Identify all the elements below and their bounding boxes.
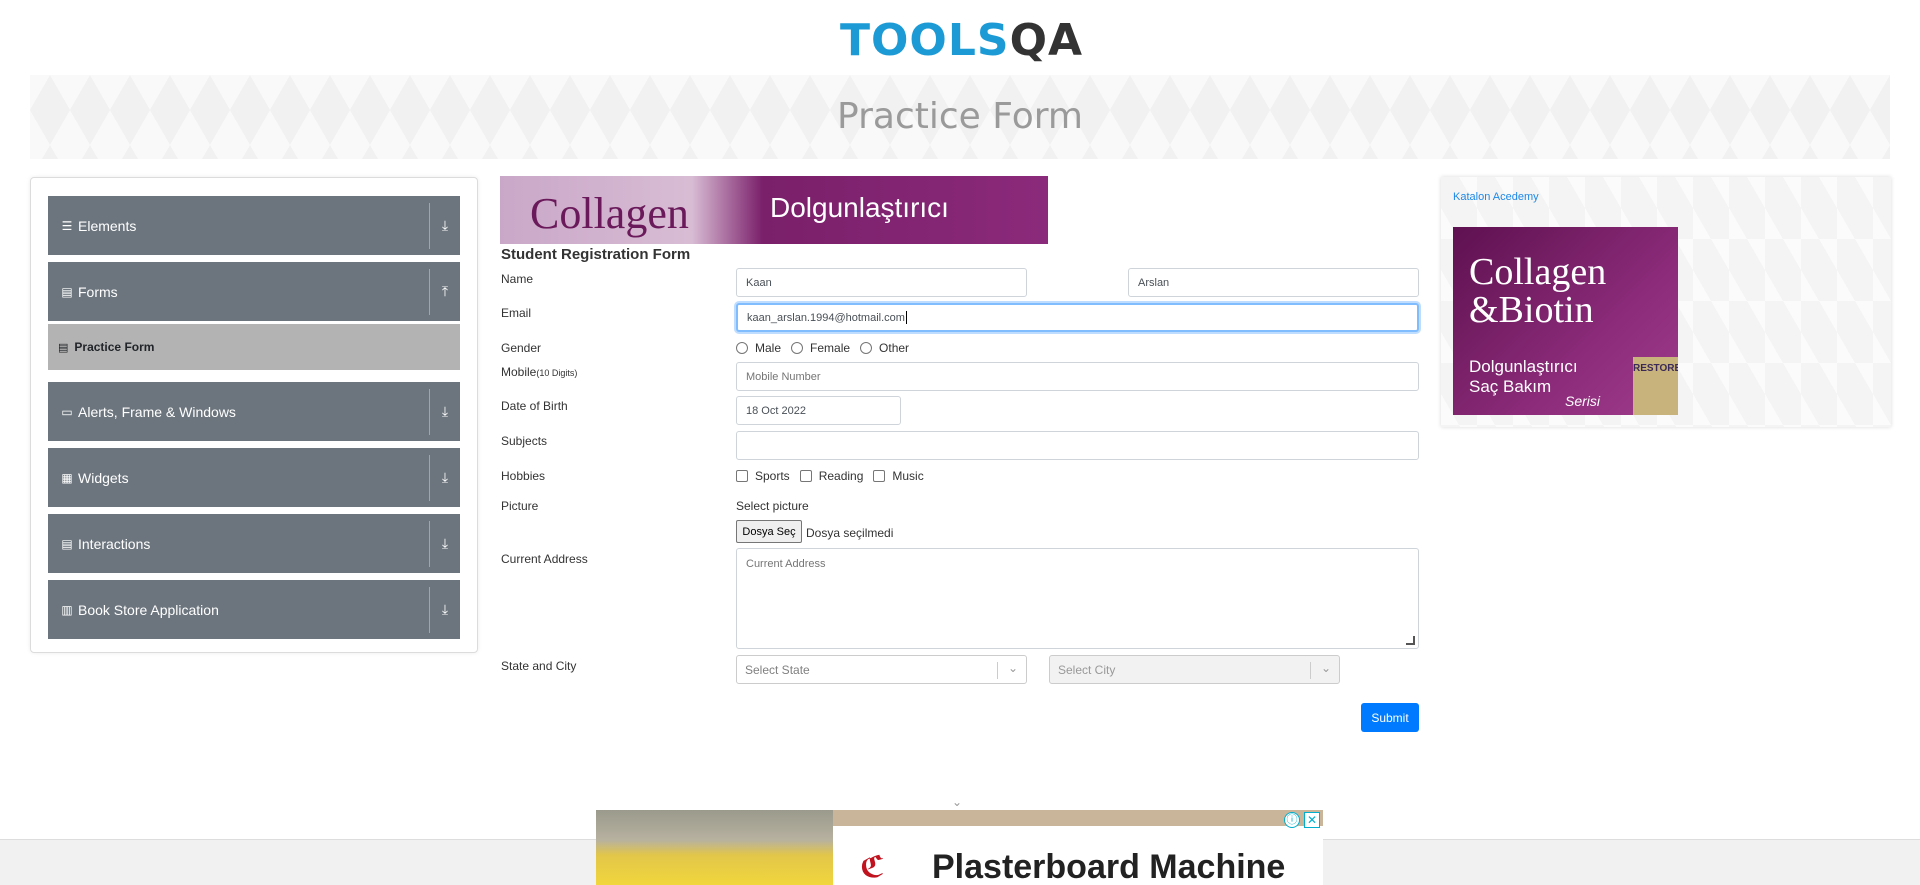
state-city-label: State and City	[501, 659, 577, 673]
chevron-down-icon: ⌄	[1320, 661, 1331, 675]
sidebar-group-label: Alerts, Frame & Windows	[78, 403, 236, 420]
books-icon: ▥	[61, 602, 73, 617]
dob-label: Date of Birth	[501, 399, 568, 413]
date-of-birth-input[interactable]: 18 Oct 2022	[736, 396, 901, 425]
sidebar-group-forms[interactable]: ▤ Forms ⤒	[48, 262, 460, 321]
bottom-ad-banner[interactable]: ℭ Plasterboard Machine	[596, 810, 1323, 885]
sidebar-item-practice-form[interactable]: ▤ Practice Form	[48, 324, 460, 370]
sidebar-group-label: Book Store Application	[78, 601, 219, 618]
grid-icon: ▦	[61, 470, 73, 485]
expand-arrow-icon: ⤓	[441, 403, 449, 419]
page-title: Practice Form	[837, 96, 1083, 137]
sidebar-group-label: Widgets	[78, 469, 129, 486]
logo-text-tools: TOOLS	[840, 14, 1010, 66]
ad-image	[596, 810, 833, 885]
sidebar-group-label: Elements	[78, 217, 137, 234]
email-value: kaan_arslan.1994@hotmail.com	[747, 311, 905, 324]
address-placeholder: Current Address	[746, 558, 826, 570]
katalon-academy-link[interactable]: Katalon Acedemy	[1453, 191, 1539, 203]
gender-options: Male Female Other	[736, 341, 919, 355]
menu-icon: ☰	[61, 218, 73, 233]
collapse-arrow-icon: ⤒	[441, 283, 449, 299]
page-banner: Practice Form	[30, 75, 1890, 159]
gender-label: Gender	[501, 341, 542, 355]
ad-headline: Plasterboard Machine	[932, 848, 1286, 885]
site-header: TOOLS QA	[0, 0, 1920, 74]
subjects-input[interactable]	[736, 431, 1419, 460]
window-icon: ▭	[61, 404, 73, 419]
picture-label: Picture	[501, 499, 539, 513]
file-status-text: Dosya seçilmedi	[806, 526, 894, 540]
submit-button[interactable]: Submit	[1361, 703, 1419, 732]
file-upload-button[interactable]: Dosya Seç	[736, 520, 802, 543]
sidebar-group-interactions[interactable]: ▤ Interactions ⤓	[48, 514, 460, 573]
ad-info-icon[interactable]: ⓘ	[1284, 812, 1300, 828]
hobbies-options: Sports Reading Music	[736, 469, 934, 483]
subjects-label: Subjects	[501, 434, 548, 448]
last-name-input[interactable]: Arslan	[1128, 268, 1419, 297]
email-input[interactable]: kaan_arslan.1994@hotmail.com	[736, 303, 1419, 332]
sidebar: ☰ Elements ⤓ ▤ Forms ⤒ ▤ Practice Form ▭…	[30, 177, 478, 653]
hobby-reading-checkbox[interactable]: Reading	[799, 469, 863, 483]
sidebar-group-alerts[interactable]: ▭ Alerts, Frame & Windows ⤓	[48, 382, 460, 441]
interaction-icon: ▤	[61, 536, 73, 551]
expand-arrow-icon: ⤓	[441, 217, 449, 233]
top-ad-banner[interactable]: Collagen Dolgunlaştırıcı	[500, 176, 1048, 244]
name-label: Name	[501, 272, 534, 286]
hobby-music-checkbox[interactable]: Music	[873, 469, 924, 483]
sidebar-group-label: Interactions	[78, 535, 151, 552]
ad-brand-logo: ℭ	[860, 851, 885, 884]
sidebar-group-widgets[interactable]: ▦ Widgets ⤓	[48, 448, 460, 507]
mobile-label: Mobile(10 Digits)	[501, 365, 578, 379]
right-ad-panel: Katalon Acedemy Collagen &Biotin Dolgunla…	[1441, 177, 1891, 427]
side-ad-image[interactable]: Collagen &Biotin Dolgunlaştırıcı Saç Bakım…	[1453, 227, 1678, 415]
hobbies-label: Hobbies	[501, 469, 546, 483]
ad-close-icon[interactable]: ✕	[1304, 812, 1320, 828]
sidebar-item-label: Practice Form	[74, 340, 155, 354]
chevron-down-icon[interactable]: ⌄	[952, 795, 962, 809]
state-select[interactable]: Select State ⌄	[736, 655, 1027, 684]
hobby-sports-checkbox[interactable]: Sports	[736, 469, 790, 483]
document-icon: ▤	[58, 341, 69, 354]
select-picture-label: Select picture	[736, 499, 809, 513]
city-select[interactable]: Select City ⌄	[1049, 655, 1340, 684]
toolsqa-logo[interactable]: TOOLS QA	[840, 12, 1083, 68]
email-label: Email	[501, 306, 532, 320]
ad-text: Dolgunlaştırıcı	[770, 192, 949, 223]
expand-arrow-icon: ⤓	[441, 535, 449, 551]
chevron-down-icon: ⌄	[1007, 661, 1018, 675]
product-bottle: RESTORE	[1633, 357, 1678, 415]
sidebar-group-book-store[interactable]: ▥ Book Store Application ⤓	[48, 580, 460, 639]
gender-male-radio[interactable]: Male	[736, 341, 781, 355]
first-name-input[interactable]: Kaan	[736, 268, 1027, 297]
resize-handle-icon[interactable]	[1406, 636, 1415, 645]
form-title: Student Registration Form	[501, 246, 691, 263]
document-icon: ▤	[61, 284, 73, 299]
sidebar-group-label: Forms	[78, 283, 118, 300]
expand-arrow-icon: ⤓	[441, 469, 449, 485]
current-address-textarea[interactable]: Current Address	[736, 548, 1419, 649]
expand-arrow-icon: ⤓	[441, 601, 449, 617]
address-label: Current Address	[501, 552, 588, 566]
gender-female-radio[interactable]: Female	[791, 341, 850, 355]
ad-text: Collagen	[530, 189, 689, 238]
gender-other-radio[interactable]: Other	[860, 341, 909, 355]
logo-text-qa: QA	[1009, 14, 1084, 66]
mobile-input[interactable]: Mobile Number	[736, 362, 1419, 391]
sidebar-group-elements[interactable]: ☰ Elements ⤓	[48, 196, 460, 255]
